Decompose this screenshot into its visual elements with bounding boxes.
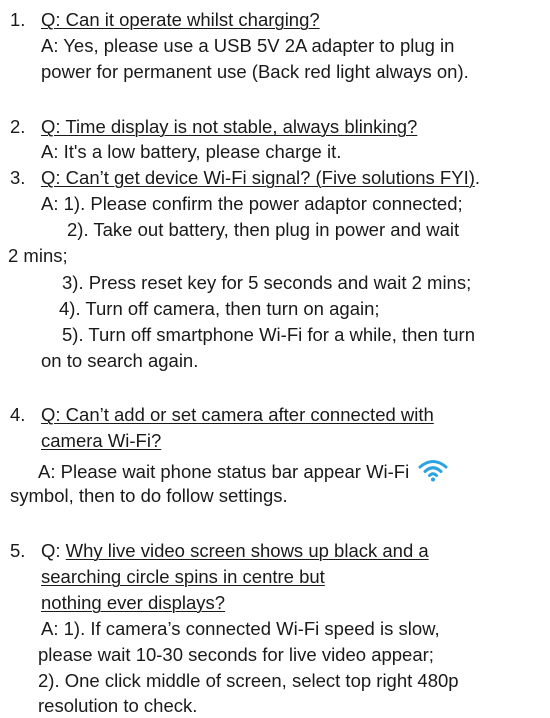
q4-answer-line: A: Please wait phone status bar appear W… <box>38 458 448 487</box>
wifi-icon <box>418 458 448 487</box>
q3-answer-line: on to search again. <box>41 350 199 371</box>
q5-answer-line: A: 1). If camera’s connected Wi-Fi speed… <box>41 618 440 639</box>
q3-question-line: Q: Can’t get device Wi-Fi signal? (Five … <box>41 167 480 189</box>
q5-question-line: nothing ever displays? <box>41 592 226 613</box>
q3-question-period: . <box>474 167 481 188</box>
q3-answer-line: 5). Turn off smartphone Wi-Fi for a whil… <box>62 324 475 345</box>
q3-answer-line: 2). Take out battery, then plug in power… <box>67 219 460 240</box>
q3-answer-line: 4). Turn off camera, then turn on again; <box>59 298 380 319</box>
q5-question-prefix: Q: <box>41 540 61 561</box>
q3-answer-line: 3). Press reset key for 5 seconds and wa… <box>62 272 472 293</box>
q4-question-line: camera Wi-Fi? <box>41 430 162 451</box>
q1-question: Q: Can it operate whilst charging? <box>41 9 320 30</box>
q2-number: 2. <box>10 116 26 137</box>
q5-answer-line: resolution to check. <box>38 695 198 716</box>
q3-question: Q: Can’t get device Wi-Fi signal? (Five … <box>41 167 475 188</box>
q1-answer-line: power for permanent use (Back red light … <box>41 61 469 82</box>
q5-question-line: Q: Why live video screen shows up black … <box>41 540 429 562</box>
q3-answer-line: A: 1). Please confirm the power adaptor … <box>41 193 463 214</box>
q4-number: 4. <box>10 404 26 425</box>
q1-number: 1. <box>10 9 26 30</box>
q5-number: 5. <box>10 540 26 561</box>
q4-answer-line: symbol, then to do follow settings. <box>10 485 288 506</box>
q3-answer-line: 2 mins; <box>8 245 68 266</box>
q5-question-line: searching circle spins in centre but <box>41 566 325 587</box>
q4-question-line: Q: Can’t add or set camera after connect… <box>41 404 434 425</box>
q1-answer-line: A: Yes, please use a USB 5V 2A adapter t… <box>41 35 455 56</box>
q4-answer-text: A: Please wait phone status bar appear W… <box>38 461 410 482</box>
q2-answer-line: A: It's a low battery, please charge it. <box>41 141 342 162</box>
q3-number: 3. <box>10 167 26 188</box>
q2-question: Q: Time display is not stable, always bl… <box>41 116 418 137</box>
q5-question: Why live video screen shows up black and… <box>65 540 429 561</box>
q5-answer-line: 2). One click middle of screen, select t… <box>38 670 459 691</box>
q5-answer-line: please wait 10-30 seconds for live video… <box>38 644 434 665</box>
